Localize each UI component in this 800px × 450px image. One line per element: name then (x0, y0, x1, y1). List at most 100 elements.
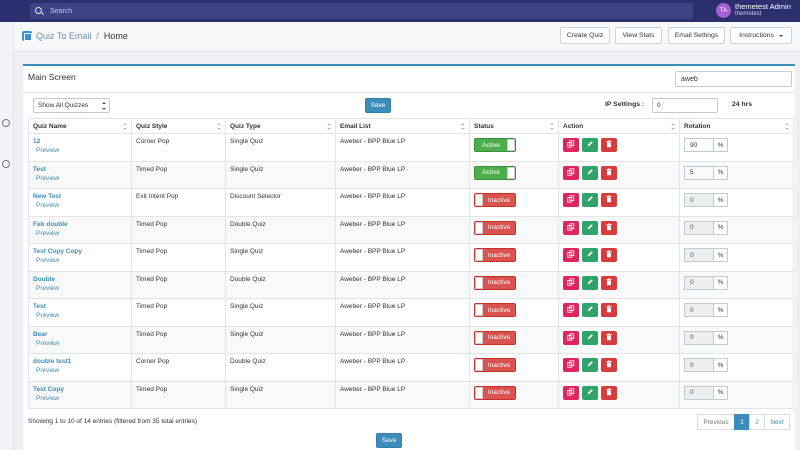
copy-button[interactable] (563, 303, 579, 317)
quiz-name-link[interactable]: double test1 (33, 358, 131, 365)
preview-link[interactable]: Preview (36, 147, 131, 154)
copy-button[interactable] (563, 193, 579, 207)
status-toggle[interactable]: Inactive (474, 358, 516, 372)
status-toggle[interactable]: Inactive (474, 303, 516, 317)
table-header-row: Quiz Name Quiz Style Quiz Type Email Lis… (28, 118, 794, 134)
preview-link[interactable]: Preview (36, 312, 131, 319)
instructions-dropdown[interactable]: Instructions (730, 27, 792, 44)
save-button-top[interactable]: Save (365, 98, 391, 113)
copy-button[interactable] (563, 330, 579, 345)
copy-button[interactable] (563, 358, 579, 372)
delete-button[interactable] (601, 248, 617, 262)
edit-button[interactable] (582, 385, 598, 400)
preview-link[interactable]: Preview (36, 175, 131, 182)
rotation-input[interactable]: 5 (684, 165, 714, 180)
pagination-previous[interactable]: Previous (697, 414, 735, 430)
copy-button[interactable] (563, 385, 579, 400)
status-toggle[interactable]: Inactive (474, 275, 516, 290)
pagination-page-2[interactable]: 2 (749, 414, 765, 430)
quiz-name-link[interactable]: New Test (33, 193, 131, 200)
quiz-name-link[interactable]: Test (33, 166, 131, 173)
quiz-name-link[interactable]: Test (33, 303, 131, 310)
quiz-name-link[interactable]: Bear (33, 331, 131, 338)
col-action[interactable]: Action (558, 118, 680, 134)
rotation-input[interactable]: 0 (684, 275, 714, 290)
expand-icon[interactable] (2, 119, 10, 127)
copy-button[interactable] (563, 138, 579, 152)
eye-icon[interactable] (2, 160, 10, 168)
rotation-input[interactable]: 0 (684, 248, 714, 262)
copy-button[interactable] (563, 248, 579, 262)
delete-button[interactable] (601, 303, 617, 317)
preview-link[interactable]: Preview (36, 202, 131, 209)
delete-button[interactable] (601, 193, 617, 207)
rotation-input[interactable]: 0 (684, 193, 714, 207)
delete-button[interactable] (601, 358, 617, 372)
view-stats-button[interactable]: View Stats (615, 27, 662, 44)
rotation-input[interactable]: 0 (684, 385, 714, 400)
create-quiz-button[interactable]: Create Quiz (560, 27, 610, 44)
preview-link[interactable]: Preview (36, 367, 131, 374)
edit-button[interactable] (582, 303, 598, 317)
search-input[interactable]: Search (30, 3, 693, 19)
save-button-bottom[interactable]: Save (376, 433, 402, 448)
cell-status: Inactive (469, 380, 559, 409)
ip-settings-input[interactable]: 0 (652, 98, 718, 113)
preview-link[interactable]: Preview (36, 285, 131, 292)
delete-button[interactable] (601, 165, 617, 180)
col-quiz-style[interactable]: Quiz Style (131, 118, 226, 134)
delete-button[interactable] (601, 385, 617, 400)
table-row: 12 Preview Corner Pop Single Quiz Aweber - B… (28, 133, 794, 162)
delete-button[interactable] (601, 220, 617, 235)
rotation-input[interactable]: 0 (684, 303, 714, 317)
rotation-input[interactable]: 90 (684, 138, 714, 152)
status-toggle[interactable]: Active (474, 165, 516, 180)
status-toggle[interactable]: Inactive (474, 220, 516, 235)
edit-button[interactable] (582, 248, 598, 262)
col-email-list[interactable]: Email List (335, 118, 470, 134)
edit-button[interactable] (582, 165, 598, 180)
status-label: Inactive (483, 249, 515, 261)
delete-button[interactable] (601, 138, 617, 152)
status-toggle[interactable]: Inactive (474, 330, 516, 345)
rotation-input[interactable]: 0 (684, 220, 714, 235)
status-toggle[interactable]: Inactive (474, 385, 516, 400)
cell-status: Inactive (469, 215, 559, 244)
status-toggle[interactable]: Inactive (474, 248, 516, 262)
breadcrumb-app[interactable]: Quiz To Email (36, 31, 91, 41)
edit-button[interactable] (582, 138, 598, 152)
col-quiz-type[interactable]: Quiz Type (225, 118, 336, 134)
edit-button[interactable] (582, 330, 598, 345)
col-quiz-name[interactable]: Quiz Name (28, 118, 132, 134)
user-menu[interactable]: TA themetest Admin themetest (716, 3, 791, 18)
quiz-name-link[interactable]: Feb double (33, 221, 131, 228)
pagination-next[interactable]: Next (764, 414, 790, 430)
preview-link[interactable]: Preview (36, 395, 131, 402)
quiz-name-link[interactable]: Test Copy (33, 386, 131, 393)
delete-button[interactable] (601, 330, 617, 345)
copy-button[interactable] (563, 275, 579, 290)
status-toggle[interactable]: Inactive (474, 193, 516, 207)
table-search-input[interactable]: aweb (675, 71, 792, 87)
email-settings-button[interactable]: Email Settings (668, 27, 725, 44)
quiz-name-link[interactable]: 12 (33, 138, 131, 145)
edit-button[interactable] (582, 193, 598, 207)
status-toggle[interactable]: Active (474, 138, 516, 152)
quiz-name-link[interactable]: Test Copy Copy (33, 248, 131, 255)
col-status[interactable]: Status (469, 118, 559, 134)
edit-button[interactable] (582, 358, 598, 372)
copy-button[interactable] (563, 165, 579, 180)
delete-button[interactable] (601, 275, 617, 290)
preview-link[interactable]: Preview (36, 340, 131, 347)
edit-button[interactable] (582, 275, 598, 290)
preview-link[interactable]: Preview (36, 230, 131, 237)
quiz-name-link[interactable]: Double (33, 276, 131, 283)
quiz-filter-select[interactable]: Show All Quizzes (33, 98, 110, 113)
preview-link[interactable]: Preview (36, 257, 131, 264)
edit-button[interactable] (582, 220, 598, 235)
copy-button[interactable] (563, 220, 579, 235)
pagination-page-1[interactable]: 1 (734, 414, 750, 430)
rotation-input[interactable]: 0 (684, 358, 714, 372)
rotation-input[interactable]: 0 (684, 330, 714, 345)
col-rotation[interactable]: Rotation (679, 118, 794, 134)
